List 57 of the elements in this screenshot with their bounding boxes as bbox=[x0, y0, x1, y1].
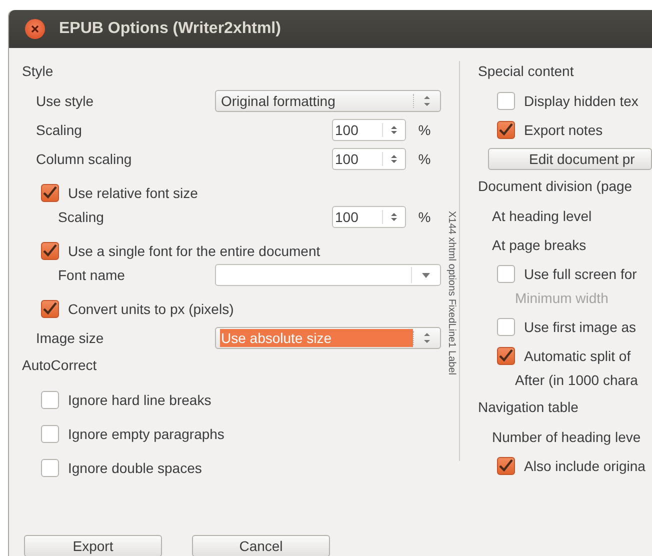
dropdown-value: Use absolute size bbox=[220, 329, 413, 347]
checkbox-label[interactable]: Export notes bbox=[524, 122, 603, 138]
field-label: Font name bbox=[58, 267, 126, 283]
section-heading: AutoCorrect bbox=[22, 356, 98, 375]
checkbox-label[interactable]: Ignore empty paragraphs bbox=[68, 426, 224, 442]
checkbox-label[interactable]: Use first image as bbox=[524, 319, 636, 335]
field-label: Number of heading leve bbox=[492, 429, 642, 445]
section-heading: Document division (page bbox=[478, 177, 634, 196]
checkbox-label[interactable]: Ignore double spaces bbox=[68, 460, 202, 476]
checkbox[interactable] bbox=[497, 318, 515, 336]
checkbox[interactable] bbox=[41, 459, 59, 477]
unit-label: % bbox=[417, 151, 432, 167]
unit-label: % bbox=[417, 209, 432, 225]
field-label: Scaling bbox=[58, 209, 105, 225]
checkbox[interactable] bbox=[497, 92, 515, 110]
checkbox[interactable] bbox=[497, 265, 515, 283]
checkbox-label[interactable]: Ignore hard line breaks bbox=[68, 392, 212, 408]
dropdown[interactable]: Original formatting bbox=[215, 90, 441, 112]
window-title: EPUB Options (Writer2xhtml) bbox=[59, 20, 281, 38]
spin-field[interactable]: 100 bbox=[332, 206, 406, 228]
vertical-label: X144 xhtml options FixedLine1 Label bbox=[446, 211, 457, 375]
checkbox-label[interactable]: Use a single font for the entire document bbox=[68, 243, 320, 259]
field-label: At page breaks bbox=[492, 237, 588, 253]
field-label: Use style bbox=[36, 93, 95, 109]
section-heading: Special content bbox=[478, 62, 575, 81]
checkbox[interactable] bbox=[41, 184, 59, 202]
checkbox-label[interactable]: Use relative font size bbox=[68, 185, 198, 201]
checkbox-label[interactable]: Use full screen for bbox=[524, 266, 637, 282]
unit-label: % bbox=[417, 122, 432, 138]
checkbox-label[interactable]: Display hidden tex bbox=[524, 93, 638, 109]
checkbox[interactable] bbox=[41, 300, 59, 318]
field-label: Minimum width bbox=[515, 290, 608, 306]
edit-button[interactable]: Edit document pr bbox=[488, 148, 652, 170]
field-label: After (in 1000 chara bbox=[515, 372, 638, 388]
spin-field[interactable]: 100 bbox=[332, 148, 406, 170]
field-label: Scaling bbox=[36, 122, 83, 138]
section-heading: Navigation table bbox=[478, 398, 580, 417]
checkbox[interactable] bbox=[497, 347, 515, 365]
dropdown-value: Original formatting bbox=[220, 92, 336, 110]
close-icon bbox=[30, 24, 40, 34]
checkbox[interactable] bbox=[41, 425, 59, 443]
field-label: Image size bbox=[36, 330, 105, 346]
checkbox[interactable] bbox=[497, 457, 515, 475]
checkbox-label[interactable]: Also include origina bbox=[524, 458, 646, 474]
checkbox[interactable] bbox=[41, 391, 59, 409]
field-label: Column scaling bbox=[36, 151, 133, 167]
checkbox-label[interactable]: Convert units to px (pixels) bbox=[68, 301, 234, 317]
dialog-button[interactable]: Cancel bbox=[192, 535, 330, 556]
dialog-button[interactable]: Export bbox=[24, 535, 162, 556]
checkbox[interactable] bbox=[41, 242, 59, 260]
section-heading: Style bbox=[22, 62, 54, 81]
checkbox[interactable] bbox=[497, 121, 515, 139]
checkbox-label[interactable]: Automatic split of bbox=[524, 348, 631, 364]
spin-field[interactable]: 100 bbox=[332, 119, 406, 141]
close-button[interactable] bbox=[25, 19, 45, 39]
field-label: At heading level bbox=[492, 208, 593, 224]
combo-field[interactable] bbox=[215, 264, 441, 286]
